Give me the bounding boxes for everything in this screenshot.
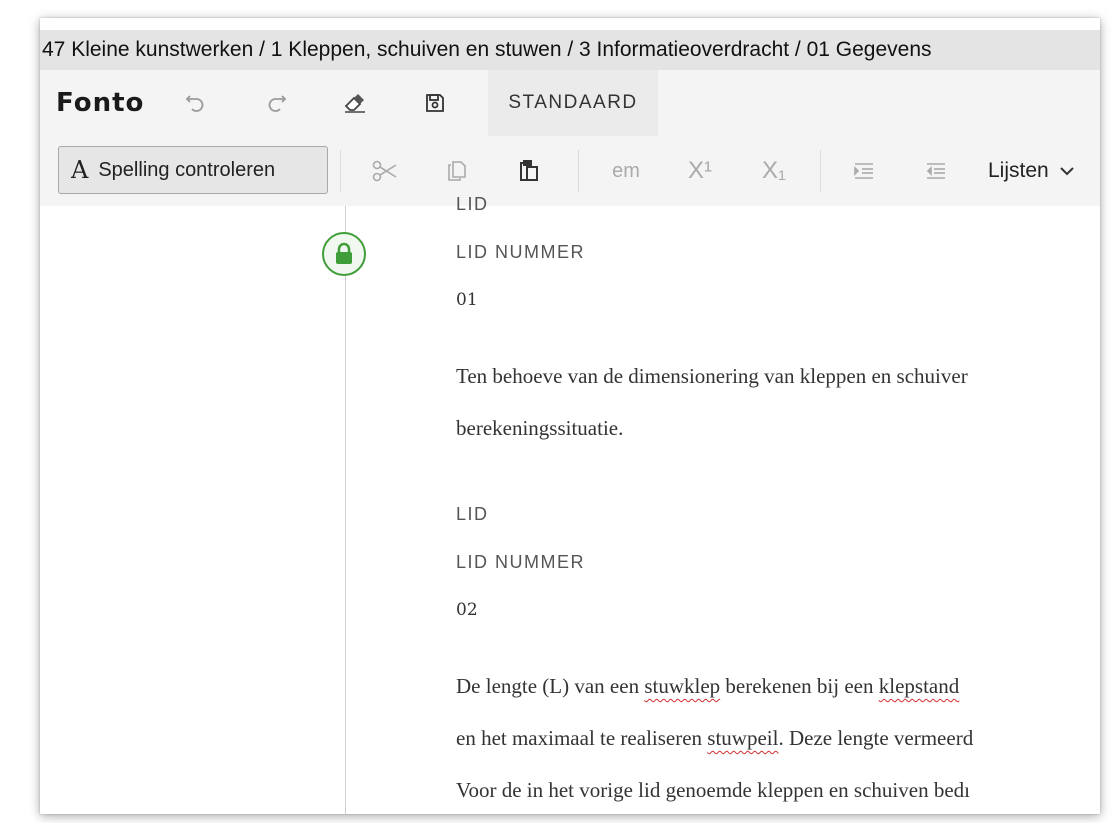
outdent-icon[interactable]	[918, 150, 954, 192]
fonto-logo: Fonto	[56, 88, 145, 118]
text-run: De lengte (L) van een	[456, 674, 645, 698]
misspelled-word[interactable]: stuwpeil	[707, 726, 778, 750]
lock-icon[interactable]	[322, 232, 366, 276]
emphasis-button[interactable]: em	[600, 150, 652, 192]
save-icon[interactable]	[418, 86, 452, 120]
copy-icon[interactable]	[438, 150, 476, 192]
tab-standaard[interactable]: STANDAARD	[488, 70, 658, 136]
misspelled-word[interactable]: stuwklep	[644, 674, 720, 698]
lid-nummer-value[interactable]: 01	[456, 290, 478, 310]
toolbar-divider	[578, 150, 579, 192]
paste-icon[interactable]	[510, 150, 548, 192]
lists-label: Lijsten	[988, 159, 1049, 182]
text-run: . Deze lengte vermeerd	[778, 726, 974, 750]
indent-icon[interactable]	[846, 150, 882, 192]
eraser-icon[interactable]	[338, 86, 372, 120]
spell-check-icon: A	[71, 156, 89, 184]
subscript-button[interactable]: X₁	[752, 150, 796, 192]
redo-icon[interactable]	[260, 86, 294, 120]
paragraph-line[interactable]: Voor de in het vorige lid genoemde klepp…	[456, 778, 970, 803]
paragraph-line[interactable]: Ten behoeve van de dimensionering van kl…	[456, 364, 968, 389]
spell-check-button[interactable]: A Spelling controleren	[58, 146, 328, 194]
paragraph-line[interactable]: De lengte (L) van een stuwklep berekenen…	[456, 674, 959, 699]
lists-dropdown[interactable]: Lijsten	[988, 156, 1075, 186]
spell-check-label: Spelling controleren	[98, 158, 276, 181]
toolbar-divider	[820, 150, 821, 192]
cut-icon[interactable]	[366, 150, 404, 192]
paragraph-line[interactable]: en het maximaal te realiseren stuwpeil. …	[456, 726, 973, 751]
menu-bar: Fonto STANDAARD	[40, 70, 1100, 136]
margin-divider	[345, 206, 346, 814]
breadcrumb[interactable]: 47 Kleine kunstwerken / 1 Kleppen, schui…	[40, 30, 1100, 70]
lid-label: LID	[456, 194, 489, 214]
misspelled-word[interactable]: klepstand	[879, 674, 959, 698]
editor-window: 47 Kleine kunstwerken / 1 Kleppen, schui…	[40, 18, 1100, 814]
lid-nummer-label: LID NUMMER	[456, 242, 586, 262]
document-area[interactable]: LID LID NUMMER 01 Ten behoeve van de dim…	[40, 194, 1100, 814]
text-run: berekenen bij een	[720, 674, 879, 698]
chevron-down-icon	[1059, 165, 1075, 177]
lid-label: LID	[456, 504, 489, 524]
toolbar: A Spelling controleren em X¹ X₁ Lijsten	[40, 136, 1100, 207]
superscript-button[interactable]: X¹	[678, 150, 722, 192]
lid-nummer-value[interactable]: 02	[456, 600, 478, 620]
undo-icon[interactable]	[178, 86, 212, 120]
toolbar-divider	[340, 150, 341, 192]
paragraph-line[interactable]: berekeningssituatie.	[456, 416, 623, 441]
text-run: en het maximaal te realiseren	[456, 726, 708, 750]
lid-nummer-label: LID NUMMER	[456, 552, 586, 572]
